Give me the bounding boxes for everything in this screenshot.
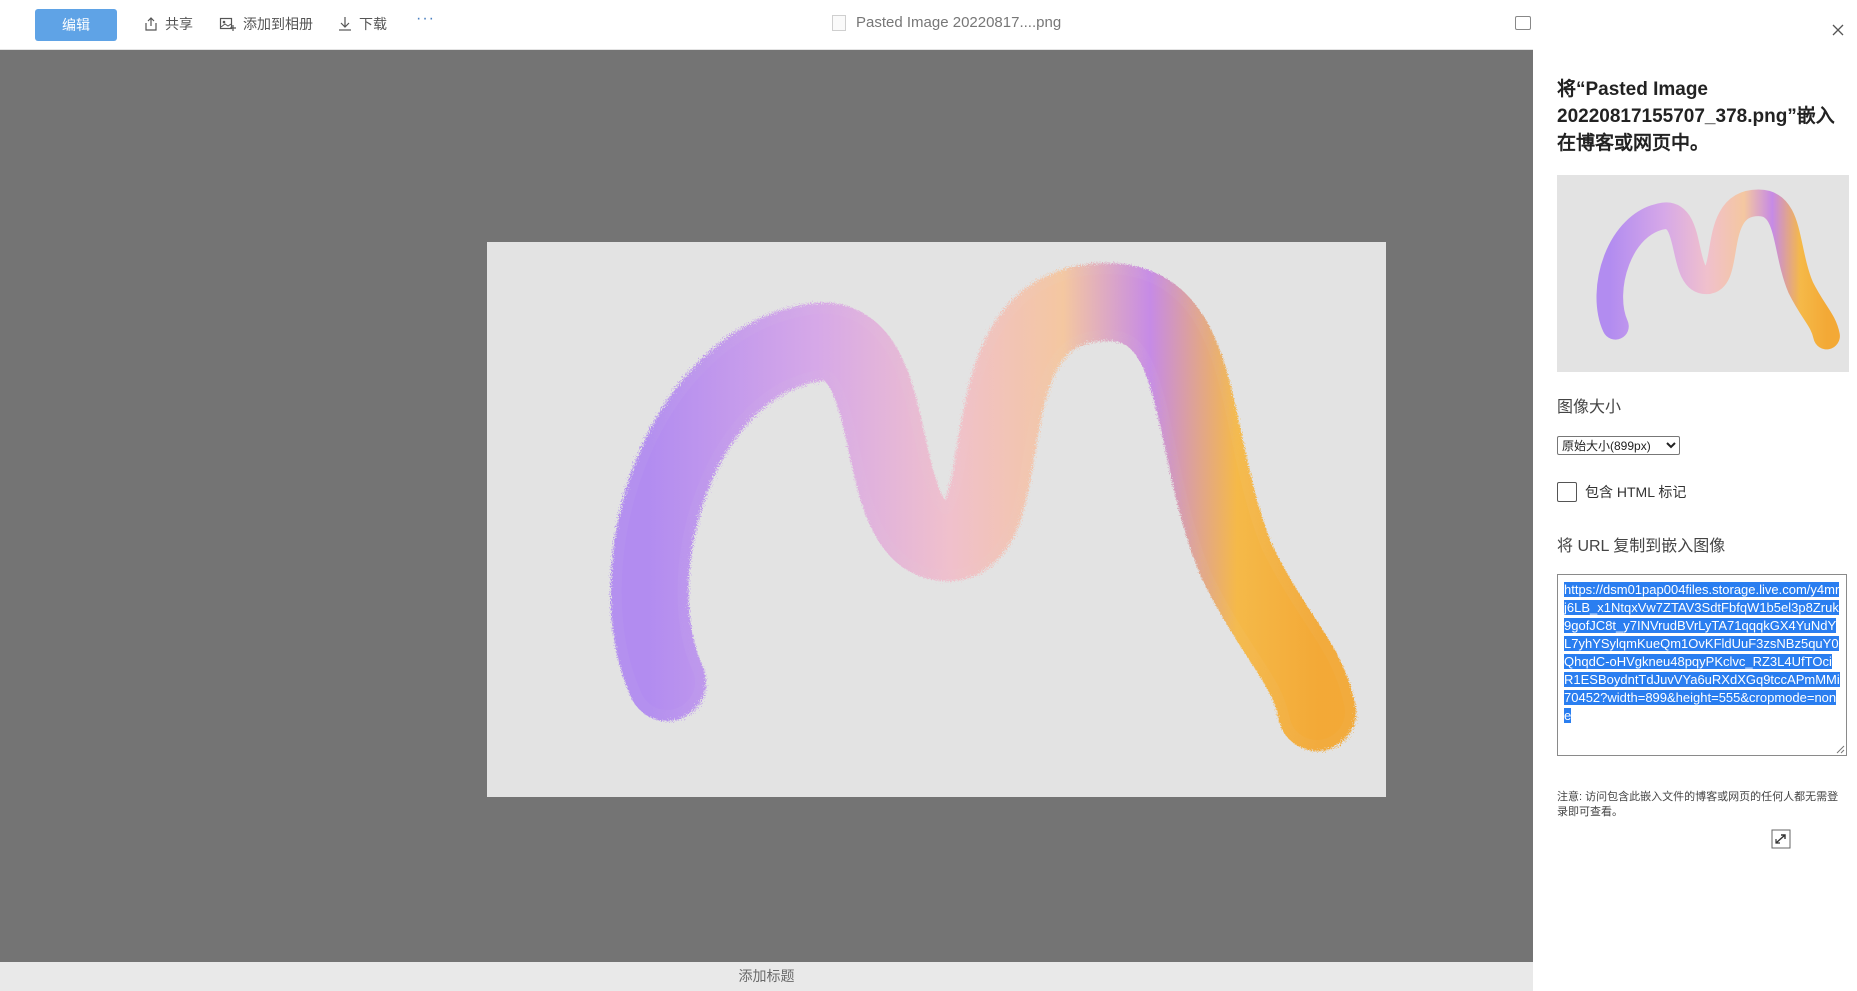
- edit-button[interactable]: 编辑: [35, 9, 117, 41]
- share-icon: [145, 17, 157, 31]
- top-toolbar: 编辑 共享 添加到相册 下载 ··· Pasted Image 20220817…: [0, 0, 1533, 50]
- panel-title: 将“Pasted Image 20220817155707_378.png”嵌入…: [1557, 79, 1835, 154]
- download-label: 下载: [359, 16, 387, 32]
- checkbox-box[interactable]: [1557, 482, 1577, 502]
- more-options-button[interactable]: ···: [416, 10, 435, 28]
- file-icon: [832, 14, 846, 31]
- embed-panel: 将“Pasted Image 20220817155707_378.png”嵌入…: [1533, 0, 1857, 991]
- embed-url-textarea[interactable]: https://dsm01pap004files.storage.live.co…: [1557, 574, 1847, 756]
- copy-link-icon[interactable]: [1771, 829, 1791, 849]
- add-to-album-icon: [219, 17, 236, 31]
- download-button[interactable]: 下载: [337, 14, 387, 34]
- add-caption-field[interactable]: 添加标题: [0, 962, 1533, 991]
- download-icon: [339, 17, 351, 31]
- copy-url-label: 将 URL 复制到嵌入图像: [1557, 538, 1726, 555]
- add-to-album-label: 添加到相册: [243, 16, 313, 32]
- panel-toggle-icon[interactable]: [1515, 16, 1531, 30]
- share-label: 共享: [165, 16, 193, 32]
- close-icon[interactable]: [1830, 22, 1846, 38]
- visibility-note: 注意: 访问包含此嵌入文件的博客或网页的任何人都无需登录即可查看。: [1557, 791, 1839, 818]
- add-to-album-button[interactable]: 添加到相册: [219, 14, 313, 34]
- include-html-checkbox[interactable]: 包含 HTML 标记: [1557, 482, 1686, 502]
- image-size-select[interactable]: 原始大小(899px): [1557, 436, 1680, 455]
- include-html-label: 包含 HTML 标记: [1585, 484, 1687, 500]
- thumbnail-image: [1596, 189, 1840, 350]
- image-thumbnail: [1557, 175, 1849, 372]
- image-size-label: 图像大小: [1557, 399, 1622, 416]
- fur-ribbon-image: [610, 262, 1356, 751]
- embed-url-text: https://dsm01pap004files.storage.live.co…: [1564, 582, 1840, 723]
- image-preview: [487, 242, 1386, 797]
- share-button[interactable]: 共享: [143, 14, 193, 34]
- file-title: Pasted Image 20220817....png: [832, 14, 1061, 31]
- resize-grip-icon[interactable]: [1835, 744, 1845, 754]
- file-name: Pasted Image 20220817....png: [856, 14, 1062, 31]
